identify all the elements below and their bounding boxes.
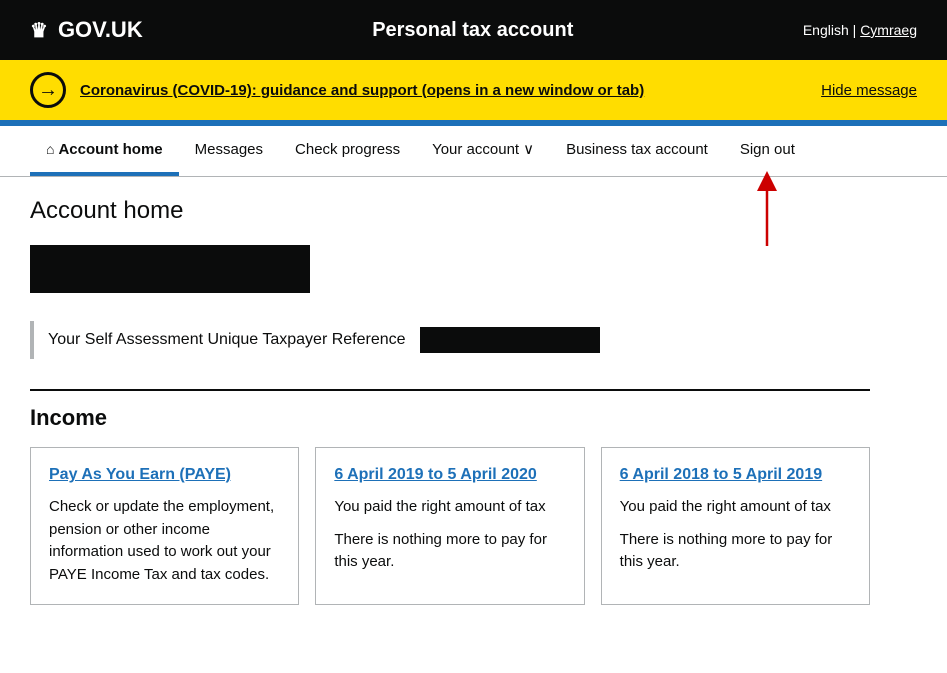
tax-2019-2020-line-1: You paid the right amount of tax [334,496,565,519]
page-heading: Account home [30,197,870,225]
tax-2018-2019-line-1: You paid the right amount of tax [620,496,851,519]
covid-banner: → Coronavirus (COVID-19): guidance and s… [0,60,947,120]
tax-2019-2020-card: 6 April 2019 to 5 April 2020 You paid th… [315,447,584,605]
main-nav: ⌂ Account home Messages Check progress Y… [0,126,947,177]
nav-check-progress[interactable]: Check progress [279,126,416,176]
utr-label: Your Self Assessment Unique Taxpayer Ref… [48,331,406,349]
covid-arrow-icon: → [30,72,66,108]
nav-business-tax-label: Business tax account [566,141,708,158]
nav-sign-out-label: Sign out [740,141,795,158]
utr-section: Your Self Assessment Unique Taxpayer Ref… [30,321,870,359]
utr-redacted-value [420,327,600,353]
income-section: Income Pay As You Earn (PAYE) Check or u… [30,389,870,605]
nav-account-home[interactable]: ⌂ Account home [30,126,179,176]
nav-sign-out[interactable]: Sign out [724,126,811,176]
lang-welsh[interactable]: Cymraeg [860,22,917,38]
nav-account-home-label: Account home [58,141,162,158]
nav-check-progress-label: Check progress [295,141,400,158]
tax-2018-2019-body: You paid the right amount of tax There i… [620,496,851,574]
nav-your-account[interactable]: Your account ∨ [416,126,550,176]
tax-2019-2020-line-2: There is nothing more to pay for this ye… [334,529,565,574]
covid-link[interactable]: Coronavirus (COVID-19): guidance and sup… [80,82,644,99]
covid-text: Coronavirus (COVID-19): guidance and sup… [80,82,807,99]
header-title: Personal tax account [372,19,573,42]
nav-messages[interactable]: Messages [179,126,279,176]
language-selector: English | Cymraeg [803,22,917,38]
nav-messages-label: Messages [195,141,263,158]
nav-business-tax-account[interactable]: Business tax account [550,126,724,176]
crown-icon: ♛ [30,18,48,43]
tax-2018-2019-title[interactable]: 6 April 2018 to 5 April 2019 [620,466,851,484]
site-header: ♛ GOV.UK Personal tax account English | … [0,0,947,60]
tax-2018-2019-line-2: There is nothing more to pay for this ye… [620,529,851,574]
nav-your-account-label: Your account [432,141,519,158]
income-cards: Pay As You Earn (PAYE) Check or update t… [30,447,870,605]
tax-2018-2019-card: 6 April 2018 to 5 April 2019 You paid th… [601,447,870,605]
logo-text: GOV.UK [58,17,143,43]
income-section-title: Income [30,389,870,431]
paye-card-body: Check or update the employment, pension … [49,496,280,586]
hide-message-button[interactable]: Hide message [821,82,917,99]
tax-2019-2020-body: You paid the right amount of tax There i… [334,496,565,574]
nav-wrapper: ⌂ Account home Messages Check progress Y… [0,126,947,177]
gov-logo: ♛ GOV.UK [30,17,143,43]
redacted-name-box [30,245,310,293]
paye-card-title[interactable]: Pay As You Earn (PAYE) [49,466,280,484]
paye-card: Pay As You Earn (PAYE) Check or update t… [30,447,299,605]
main-content: Account home Your Self Assessment Unique… [0,177,900,645]
dropdown-chevron-icon: ∨ [523,140,534,158]
home-icon: ⌂ [46,141,54,157]
lang-english[interactable]: English [803,22,849,38]
paye-card-text: Check or update the employment, pension … [49,496,280,586]
tax-2019-2020-title[interactable]: 6 April 2019 to 5 April 2020 [334,466,565,484]
